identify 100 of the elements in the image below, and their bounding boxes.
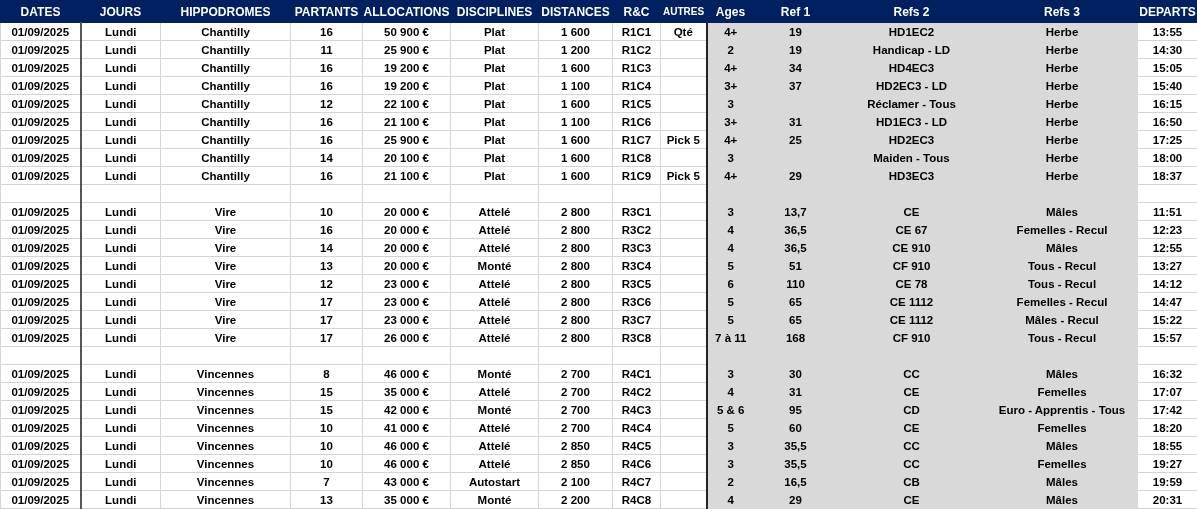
table-cell: 2 700 <box>538 364 613 383</box>
table-cell: Lundi <box>80 166 161 185</box>
table-cell: Lundi <box>80 58 161 77</box>
table-cell: Chantilly <box>160 58 291 77</box>
table-cell: 01/09/2025 <box>0 490 81 509</box>
table-cell: 1 100 <box>538 112 613 131</box>
table-cell: Lundi <box>80 220 161 239</box>
table-cell: R3C6 <box>612 292 661 311</box>
table-cell: Vincennes <box>160 436 291 455</box>
table-cell: 2 800 <box>538 292 613 311</box>
table-cell: Attelé <box>450 238 539 257</box>
table-cell: 15 <box>290 400 363 419</box>
table-cell: 46 000 € <box>362 364 451 383</box>
table-cell: 2 800 <box>538 274 613 293</box>
table-cell: 16 <box>290 58 363 77</box>
table-cell: 12 <box>290 274 363 293</box>
table-cell: 14 <box>290 238 363 257</box>
table-cell: 01/09/2025 <box>0 112 81 131</box>
table-cell: 19 200 € <box>362 76 451 95</box>
table-cell: Attelé <box>450 274 539 293</box>
table-cell: 01/09/2025 <box>0 256 81 275</box>
table-cell: Plat <box>450 22 539 41</box>
table-cell: 2 700 <box>538 400 613 419</box>
table-cell: 01/09/2025 <box>0 364 81 383</box>
table-cell: 16 <box>290 220 363 239</box>
table-cell: 20 000 € <box>362 238 451 257</box>
table-cell: Vire <box>160 292 291 311</box>
table-cell: 17 <box>290 310 363 329</box>
column-header: DISTANCES <box>538 0 613 23</box>
table-cell: 20 100 € <box>362 148 451 167</box>
table-cell: Lundi <box>80 472 161 491</box>
table-cell: Vincennes <box>160 472 291 491</box>
table-cell: 16 <box>290 76 363 95</box>
table-cell: 01/09/2025 <box>0 292 81 311</box>
table-cell: Monté <box>450 364 539 383</box>
table-cell: 01/09/2025 <box>0 238 81 257</box>
table-cell: 01/09/2025 <box>0 166 81 185</box>
table-cell: Chantilly <box>160 40 291 59</box>
table-cell: 2 800 <box>538 328 613 347</box>
table-cell: 01/09/2025 <box>0 148 81 167</box>
table-cell: Vire <box>160 238 291 257</box>
table-cell: Vire <box>160 202 291 221</box>
table-cell: 01/09/2025 <box>0 22 81 41</box>
table-cell: 01/09/2025 <box>0 94 81 113</box>
table-cell: R1C3 <box>612 58 661 77</box>
table-cell: Vire <box>160 328 291 347</box>
table-cell: 2 700 <box>538 418 613 437</box>
table-cell: Lundi <box>80 292 161 311</box>
table-cell: Attelé <box>450 436 539 455</box>
table-cell: 1 600 <box>538 130 613 149</box>
table-cell: 01/09/2025 <box>0 310 81 329</box>
table-cell: 25 900 € <box>362 40 451 59</box>
table-cell: 2 800 <box>538 310 613 329</box>
table-cell: 01/09/2025 <box>0 274 81 293</box>
table-cell: Vincennes <box>160 382 291 401</box>
table-cell: 23 000 € <box>362 274 451 293</box>
table-cell: Vincennes <box>160 454 291 473</box>
table-cell: 01/09/2025 <box>0 418 81 437</box>
column-header: DISCIPLINES <box>450 0 539 23</box>
table-cell: 01/09/2025 <box>0 472 81 491</box>
table-cell: 15 <box>290 382 363 401</box>
table-cell: 17 <box>290 328 363 347</box>
table-cell: 01/09/2025 <box>0 436 81 455</box>
table-cell: Lundi <box>80 400 161 419</box>
table-cell: Lundi <box>80 382 161 401</box>
table-cell: 10 <box>290 454 363 473</box>
table-cell: 35 000 € <box>362 490 451 509</box>
table-cell: 7 <box>290 472 363 491</box>
table-cell: 1 600 <box>538 22 613 41</box>
table-cell: Chantilly <box>160 130 291 149</box>
table-cell: 16 <box>290 22 363 41</box>
table-cell: Chantilly <box>160 94 291 113</box>
table-cell: Lundi <box>80 112 161 131</box>
table-cell: Vincennes <box>160 418 291 437</box>
table-cell: 26 000 € <box>362 328 451 347</box>
table-cell: R4C5 <box>612 436 661 455</box>
table-cell: R3C2 <box>612 220 661 239</box>
table-cell: 10 <box>290 202 363 221</box>
table-cell: Attelé <box>450 454 539 473</box>
table-cell: 1 600 <box>538 58 613 77</box>
column-header: Ref 1 <box>754 0 837 23</box>
table-cell: Chantilly <box>160 76 291 95</box>
table-cell: Plat <box>450 148 539 167</box>
column-header: ALLOCATIONS <box>362 0 451 23</box>
table-cell: 2 800 <box>538 202 613 221</box>
table-cell: 2 800 <box>538 256 613 275</box>
table-cell: 13 <box>290 256 363 275</box>
table-cell: 2 800 <box>538 238 613 257</box>
table-cell: 2 200 <box>538 490 613 509</box>
table-cell: 01/09/2025 <box>0 76 81 95</box>
table-cell: R3C7 <box>612 310 661 329</box>
table-cell: 43 000 € <box>362 472 451 491</box>
table-cell: 10 <box>290 436 363 455</box>
table-cell: Plat <box>450 58 539 77</box>
table-cell: R4C3 <box>612 400 661 419</box>
table-cell: 16 <box>290 112 363 131</box>
table-cell: Attelé <box>450 220 539 239</box>
table-cell: R4C6 <box>612 454 661 473</box>
table-cell: Attelé <box>450 382 539 401</box>
table-cell: 10 <box>290 418 363 437</box>
